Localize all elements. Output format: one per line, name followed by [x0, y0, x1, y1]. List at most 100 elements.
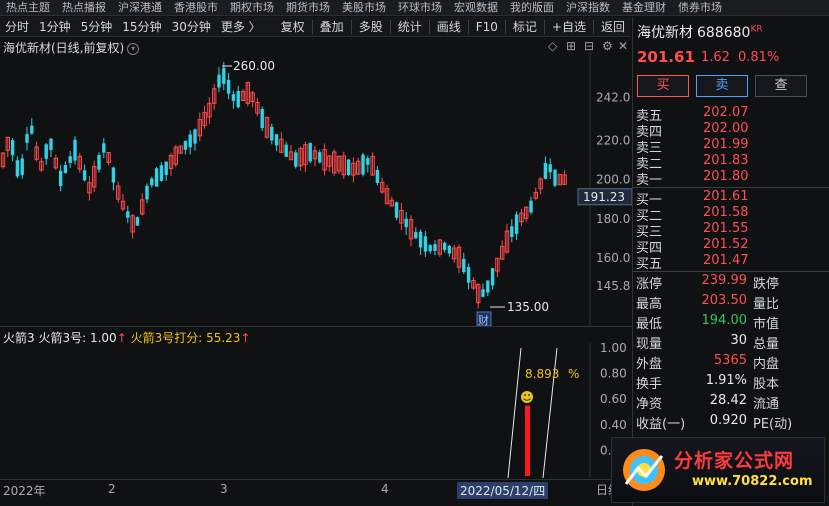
candle-body: [553, 169, 557, 186]
stat-label: 净资: [636, 397, 663, 412]
bid-row[interactable]: 买五 201.47: [633, 253, 829, 272]
topnav-item[interactable]: 期货市场: [280, 0, 336, 15]
stat-label-2: PE(动): [753, 417, 793, 432]
smiley-eye: [528, 394, 530, 396]
candle-body: [111, 167, 116, 183]
query-button[interactable]: 查: [755, 75, 807, 97]
indicator-chart[interactable]: 1.000.800.600.400.208.893%: [0, 343, 632, 478]
ask-price: 201.83: [703, 153, 749, 168]
y-tick-label: 160.0: [596, 251, 630, 265]
candle-body: [10, 140, 15, 156]
bid-row[interactable]: 买二 201.58: [633, 205, 829, 224]
buy-button[interactable]: 买: [637, 75, 689, 97]
topnav-item[interactable]: 环球市场: [392, 0, 448, 15]
bid-price: 201.52: [703, 237, 749, 252]
candle-body: [154, 168, 159, 187]
period-tab[interactable]: 更多 〉: [216, 17, 266, 37]
bid-row[interactable]: 买四 201.52: [633, 237, 829, 256]
topnav-item[interactable]: 我的版面: [504, 0, 560, 15]
stat-value: 1.91%: [705, 373, 747, 388]
toolbar-button[interactable]: 返回: [596, 17, 630, 37]
topnav-item[interactable]: 宏观数据: [448, 0, 504, 15]
candle-body: [414, 232, 418, 239]
toolbar-button[interactable]: 画线: [432, 17, 466, 37]
sell-button[interactable]: 卖: [696, 75, 748, 97]
candle-body: [529, 200, 533, 213]
ask-price: 201.80: [703, 169, 749, 184]
stat-label-2: 流通: [753, 397, 780, 412]
toolbar-button[interactable]: +自选: [547, 17, 591, 37]
topnav-item[interactable]: 债券市场: [672, 0, 728, 15]
topnav-item[interactable]: 沪深港通: [112, 0, 168, 15]
period-tab[interactable]: 1分钟: [34, 17, 76, 37]
ask-row[interactable]: 卖二 201.83: [633, 153, 829, 172]
zoom-out-button[interactable]: ⊟: [584, 39, 594, 53]
smiley-eye: [524, 394, 526, 396]
candle-body: [159, 165, 164, 181]
bid-row[interactable]: 买一 201.61: [633, 189, 829, 208]
toolbar-button[interactable]: 复权: [276, 17, 310, 37]
bid-price: 201.55: [703, 221, 749, 236]
low-marker-label: 135.00: [507, 300, 549, 314]
candle-body: [49, 138, 53, 151]
topnav-item[interactable]: 期权市场: [224, 0, 280, 15]
toolbar-button[interactable]: 多股: [354, 17, 388, 37]
toolbar-button[interactable]: 标记: [508, 17, 542, 37]
ask-price: 202.07: [703, 105, 749, 120]
stat-label: 现量: [636, 337, 663, 352]
logo-url: www.70822.com: [692, 474, 813, 489]
x-label: 2022年: [3, 484, 46, 498]
stock-code: 688680: [697, 25, 751, 41]
period-tab[interactable]: 30分钟: [167, 17, 216, 37]
close-icon[interactable]: ✕: [618, 39, 628, 53]
orderbook-divider: [633, 187, 829, 188]
topnav-item[interactable]: 热点播报: [56, 0, 112, 15]
bid-row[interactable]: 买三 201.55: [633, 221, 829, 240]
y-tick-label: 200.0: [596, 173, 630, 187]
toolbar-separator: [543, 19, 545, 34]
bid-price: 201.47: [703, 253, 749, 268]
topnav-item[interactable]: 美股市场: [336, 0, 392, 15]
stat-label-2: 内盘: [753, 357, 780, 372]
ask-row[interactable]: 卖三 201.99: [633, 137, 829, 156]
candle-body: [188, 134, 192, 148]
settings-icon[interactable]: ⚙: [602, 39, 613, 53]
period-tab[interactable]: 分时: [0, 17, 34, 37]
candle-body: [486, 280, 490, 293]
diamond-icon[interactable]: ◇: [548, 39, 557, 53]
x-label: 3: [220, 482, 228, 496]
y-tick-label: 145.8: [596, 279, 630, 293]
toolbar-button[interactable]: 叠加: [315, 17, 349, 37]
stat-label-2: 跌停: [753, 277, 780, 292]
stat-value: 239.99: [701, 273, 748, 288]
candle-body: [418, 231, 423, 248]
topnav-item[interactable]: 香港股市: [168, 0, 224, 15]
candle-body: [548, 164, 552, 173]
event-tag-label: 财: [478, 313, 489, 326]
ask-row[interactable]: 卖一 201.80: [633, 169, 829, 188]
toolbar-button[interactable]: 统计: [393, 17, 427, 37]
candle-body: [102, 143, 106, 153]
ask-row[interactable]: 卖五 202.07: [633, 105, 829, 124]
toolbar-button[interactable]: F10: [471, 17, 503, 37]
candle-body: [361, 154, 365, 175]
price-chart[interactable]: 242.0 220.0 200.0 180.0 160.0 145.8 191.23 260.…: [0, 52, 632, 326]
candle-body: [236, 91, 240, 108]
candle-body: [462, 258, 466, 273]
candle-body: [394, 202, 399, 218]
indicator-bar: [525, 405, 530, 476]
period-tab[interactable]: 15分钟: [117, 17, 166, 37]
candle-body: [68, 156, 72, 163]
topnav-item[interactable]: 基金理财: [616, 0, 672, 15]
ask-row[interactable]: 卖四 202.00: [633, 121, 829, 140]
market-badge: KR: [750, 24, 763, 35]
stat-row: 收益(一) 0.920 PE(动): [633, 413, 829, 432]
zoom-in-button[interactable]: ⊞: [566, 39, 576, 53]
period-tab[interactable]: 5分钟: [76, 17, 118, 37]
stat-label: 收益(一): [636, 417, 686, 432]
topnav-item[interactable]: 沪深指数: [560, 0, 616, 15]
high-marker-label: 260.00: [233, 59, 275, 73]
stat-value: 28.42: [709, 393, 747, 408]
candle-body: [30, 125, 34, 134]
topnav-item[interactable]: 热点主题: [0, 0, 56, 15]
